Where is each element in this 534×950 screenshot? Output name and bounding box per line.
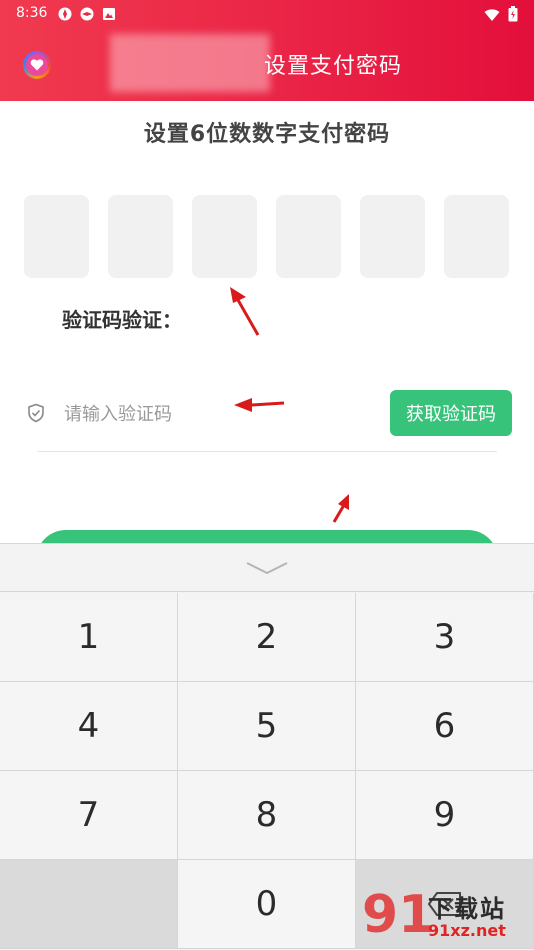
key-4[interactable]: 4 (0, 682, 178, 771)
keyboard-collapse-bar[interactable] (0, 544, 534, 592)
get-verification-code-button[interactable]: 获取验证码 (390, 390, 512, 436)
pin-box[interactable] (192, 195, 257, 278)
image-notification-icon (102, 6, 116, 20)
wifi-icon (484, 7, 500, 26)
pin-box[interactable] (24, 195, 89, 278)
app-header: 8:36 设置支付密码 (0, 0, 534, 101)
pin-box[interactable] (276, 195, 341, 278)
key-2[interactable]: 2 (178, 593, 356, 682)
key-7[interactable]: 7 (0, 771, 178, 860)
pin-box[interactable] (108, 195, 173, 278)
watermark-url: 91xz.net (428, 921, 506, 940)
app-notification-icon (58, 6, 72, 21)
app-logo-icon[interactable] (23, 51, 51, 79)
pin-instruction: 设置6位数数字支付密码 (143, 122, 391, 147)
key-5[interactable]: 5 (178, 682, 356, 771)
key-1[interactable]: 1 (0, 593, 178, 682)
key-blank (0, 860, 178, 949)
key-8[interactable]: 8 (178, 771, 356, 860)
blurred-region (110, 34, 270, 92)
app-notification-icon (80, 6, 94, 21)
pin-box[interactable] (444, 195, 509, 278)
chevron-down-icon (246, 562, 288, 575)
pin-input-row[interactable] (24, 195, 510, 278)
key-9[interactable]: 9 (356, 771, 534, 860)
watermark-logo: 91 (362, 885, 435, 945)
watermark-brand: 下载站 (428, 895, 506, 923)
verification-label: 验证码验证： (62, 308, 182, 332)
verification-code-row: 获取验证码 (0, 388, 534, 440)
page-title: 设置支付密码 (264, 54, 403, 79)
pin-box[interactable] (360, 195, 425, 278)
system-status-icons (484, 6, 518, 26)
verification-code-input[interactable] (64, 397, 364, 431)
arrow-annotation (230, 287, 260, 336)
arrow-annotation (332, 494, 349, 523)
status-time: 8:36 (16, 5, 48, 21)
input-divider (37, 451, 497, 452)
status-bar: 8:36 (0, 0, 534, 28)
key-6[interactable]: 6 (356, 682, 534, 771)
key-3[interactable]: 3 (356, 593, 534, 682)
notification-icons (58, 6, 116, 21)
site-watermark: 91 下载站 91xz.net (362, 885, 534, 950)
shield-icon (26, 403, 46, 423)
key-0[interactable]: 0 (178, 860, 356, 949)
battery-icon (508, 6, 518, 26)
